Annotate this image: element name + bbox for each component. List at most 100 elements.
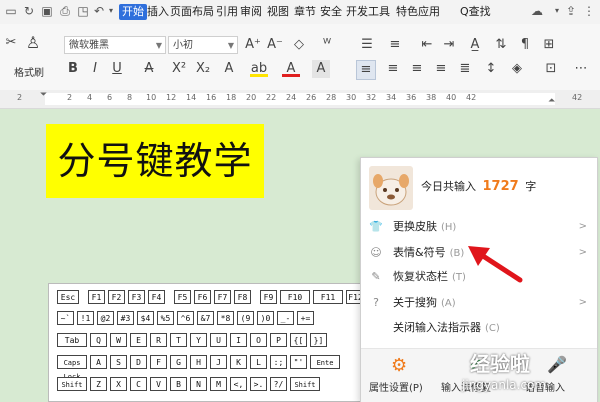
menu-item-change-skin[interactable]: 👕 更换皮肤 (H) > <box>361 216 597 238</box>
watermark-title: 经验啦 <box>470 352 530 376</box>
keyboard-key: P <box>270 333 287 347</box>
font-name-select[interactable]: 微软雅黑 ▼ <box>64 36 166 54</box>
format-painter-icon[interactable]: ♙ <box>24 34 42 52</box>
phonetic-icon[interactable]: ᵂ <box>318 36 336 54</box>
gear-icon[interactable]: ⚙ <box>391 355 407 376</box>
bold-icon[interactable]: B <box>64 60 82 78</box>
more-options-icon[interactable]: ⋮ <box>582 4 596 18</box>
label-text: 关于搜狗 <box>393 296 437 309</box>
horizontal-ruler[interactable]: ⏷ ⏶ 2 2 4 6 8 10 12 14 16 18 20 22 24 26… <box>0 90 600 109</box>
reuse-icon[interactable]: ↻ <box>22 4 36 18</box>
align-left-icon[interactable]: ≡ <box>356 60 376 80</box>
shading-icon[interactable]: ◈ <box>508 60 526 78</box>
ime-avatar <box>369 166 413 210</box>
keyboard-key: Shift <box>57 377 87 391</box>
distribute-icon[interactable]: ≣ <box>456 60 474 78</box>
superscript-icon[interactable]: X² <box>170 60 188 78</box>
ruler-number: 16 <box>206 93 217 102</box>
keyboard-key: F11 <box>313 290 343 304</box>
sort-icon[interactable]: ⇅ <box>492 36 510 54</box>
text-effect-icon[interactable]: A <box>220 60 238 78</box>
keyboard-key: D <box>130 355 147 369</box>
ruler-number: 6 <box>107 93 113 102</box>
decrease-indent-icon[interactable]: ⇤ <box>418 36 436 54</box>
char-shading-icon[interactable]: A <box>312 60 330 78</box>
dog-mascot-icon <box>373 174 409 206</box>
chevron-down-icon: ▼ <box>155 41 162 50</box>
save-icon[interactable]: ▣ <box>40 4 54 18</box>
tab-dev-tools[interactable]: 开发工具 <box>346 4 390 20</box>
keyboard-key: O <box>250 333 267 347</box>
font-size-select[interactable]: 小初 ▼ <box>168 36 238 54</box>
print-icon[interactable]: ⎙ <box>58 4 72 18</box>
numbered-list-icon[interactable]: ≡ <box>386 36 404 54</box>
increase-indent-icon[interactable]: ⇥ <box>440 36 458 54</box>
align-right-icon[interactable]: ≡ <box>408 60 426 78</box>
indent-marker-icon[interactable]: ⏷ <box>40 90 47 100</box>
tab-special-apps[interactable]: 特色应用 <box>396 4 440 20</box>
line-spacing-icon[interactable]: ↕ <box>482 60 500 78</box>
ribbon-toolbar: ✂ ♙ 格式刷 微软雅黑 ▼ 小初 ▼ A⁺ A⁻ ◇ ᵂ B I U A X² X… <box>0 24 600 91</box>
tab-page-layout[interactable]: 页面布局 <box>170 4 214 20</box>
cloud-dropdown-icon[interactable]: ▾ <box>550 4 564 18</box>
chevron-right-icon: > <box>578 297 587 308</box>
tab-view[interactable]: 视图 <box>267 4 289 20</box>
settings-button[interactable]: 属性设置(P) <box>369 379 423 394</box>
menu-item-close-indicator[interactable]: 关闭输入法指示器 (C) <box>361 317 597 339</box>
highlight-icon[interactable]: ab <box>250 60 268 77</box>
document-icon[interactable]: ▭ <box>4 4 18 18</box>
keyboard-key: R <box>150 333 167 347</box>
tab-review[interactable]: 审阅 <box>240 4 262 20</box>
keyboard-key: W <box>110 333 127 347</box>
document-title[interactable]: 分号键教学 <box>46 128 264 194</box>
right-indent-marker-icon[interactable]: ⏶ <box>548 96 555 106</box>
keyboard-image[interactable]: Esc F1 F2 F3 F4 F5 F6 F7 F8 F9 F10 F11 F12 ~` !1 @2 #3 $4… <box>48 283 368 402</box>
show-marks-icon[interactable]: ¶ <box>516 36 534 54</box>
cut-icon[interactable]: ✂ <box>2 34 20 52</box>
cloud-icon[interactable]: ☁ <box>530 4 544 18</box>
more-icon[interactable]: ▾ <box>104 4 118 18</box>
strikethrough-icon[interactable]: A <box>140 60 158 78</box>
justify-icon[interactable]: ≡ <box>432 60 450 78</box>
tab-reference[interactable]: 引用 <box>216 4 238 20</box>
ruler-number: 24 <box>286 93 297 102</box>
tab-insert[interactable]: 插入 <box>147 4 169 20</box>
ruler-number: 10 <box>146 93 157 102</box>
font-color-icon[interactable]: A <box>282 60 300 77</box>
tab-start[interactable]: 开始 <box>119 4 147 20</box>
keyboard-key: &7 <box>197 311 214 325</box>
preview-icon[interactable]: ◳ <box>76 4 90 18</box>
keyboard-key: J <box>210 355 227 369</box>
keyboard-key: M <box>210 377 227 391</box>
tab-security[interactable]: 安全 <box>320 4 342 20</box>
keyboard-key: F6 <box>194 290 211 304</box>
share-icon[interactable]: ⇪ <box>564 4 578 18</box>
italic-icon[interactable]: I <box>86 60 104 78</box>
table-border-icon[interactable]: ⊡ <box>542 60 560 78</box>
keyboard-key: @2 <box>97 311 114 325</box>
subscript-icon[interactable]: X₂ <box>194 60 212 78</box>
keyboard-key: A <box>90 355 107 369</box>
smiley-icon: ☺ <box>370 246 382 259</box>
more-tools-icon[interactable]: ⋯ <box>572 60 590 78</box>
chinese-layout-icon[interactable]: A̲ <box>466 36 484 54</box>
ruler-number: 42 <box>572 93 583 102</box>
keyboard-key: }] <box>310 333 327 347</box>
underline-icon[interactable]: U <box>108 60 126 78</box>
ruler-number: 2 <box>67 93 73 102</box>
keyboard-key: :; <box>270 355 287 369</box>
border-icon[interactable]: ⊞ <box>540 36 558 54</box>
shrink-font-icon[interactable]: A⁻ <box>266 36 284 54</box>
clear-format-icon[interactable]: ◇ <box>290 36 308 54</box>
keyboard-key: >. <box>250 377 267 391</box>
bullet-list-icon[interactable]: ☰ <box>358 36 376 54</box>
microphone-icon[interactable]: 🎤 <box>547 355 567 374</box>
keyboard-key: Q <box>90 333 107 347</box>
menu-item-about[interactable]: ? 关于搜狗 (A) > <box>361 292 597 314</box>
align-center-icon[interactable]: ≡ <box>384 60 402 78</box>
tab-chapter[interactable]: 章节 <box>294 4 316 20</box>
grow-font-icon[interactable]: A⁺ <box>244 36 262 54</box>
ruler-number: 34 <box>386 93 397 102</box>
search-button[interactable]: Q查找 <box>460 4 491 20</box>
ruler-number: 28 <box>326 93 337 102</box>
